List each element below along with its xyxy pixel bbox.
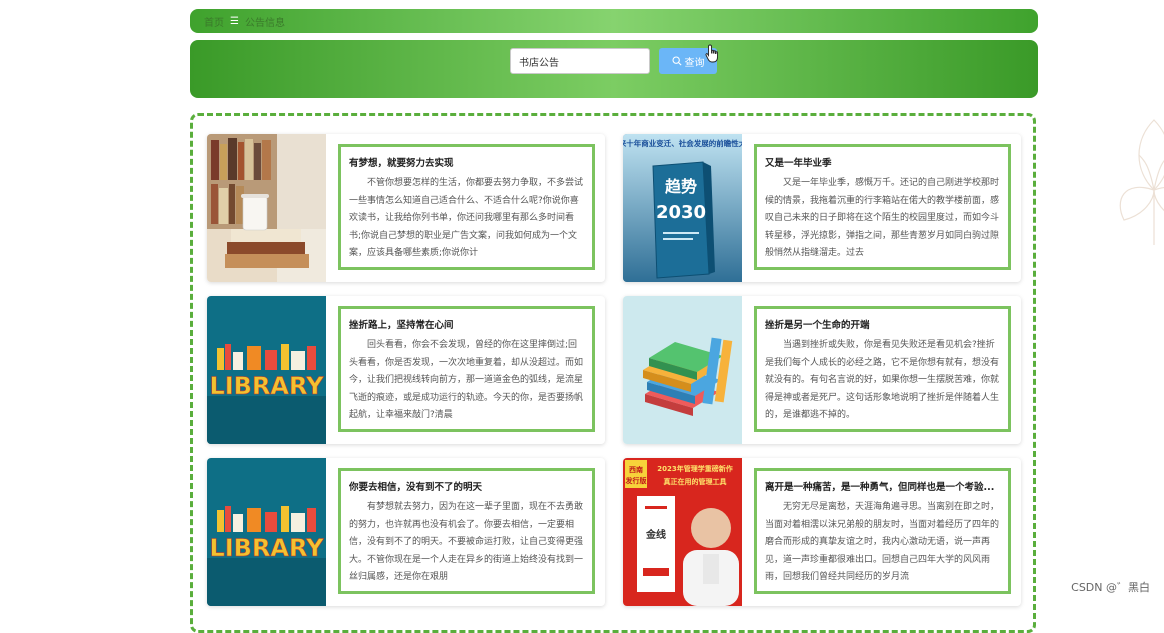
card-content: 有梦想，就要努力去实现 不管你想要怎样的生活，你都要去努力争取，不多尝试一些事情… [338,144,595,270]
breadcrumb: 首页 ☰ 公告信息 [190,9,1038,33]
search-panel: 查询 [190,40,1038,98]
library-word: LIBRARY [209,372,324,400]
card-title[interactable]: 又是一年毕业季 [765,155,1000,169]
breadcrumb-separator-icon: ☰ [230,15,239,27]
card-content: 离开是一种痛苦，是一种勇气，但同样也是一个考验... 无穷无尽是离愁，天涯海角遍… [754,468,1011,594]
watermark: CSDN @゛黑白 [1071,581,1150,594]
card-content: 挫折是另一个生命的开端 当遇到挫折或失败，你是看见失败还是看见机会?挫折是我们每… [754,306,1011,432]
library-thumbnail: LIBRARY [207,458,326,606]
card-content: 又是一年毕业季 又是一年毕业季，感慨万千。还记的自己刚进学校那时候的情景，我拖着… [754,144,1011,270]
card-title[interactable]: 挫折路上，坚持常在心间 [349,317,584,331]
announcement-list: 有梦想，就要努力去实现 不管你想要怎样的生活，你都要去努力争取，不多尝试一些事情… [190,113,1036,633]
card-content: 你要去相信，没有到不了的明天 有梦想就去努力，因为在这一辈子里面，现在不去勇敢的… [338,468,595,594]
cover-headline-2: 真正在用的管理工具 [664,477,727,486]
search-input[interactable] [510,48,650,74]
card-title[interactable]: 挫折是另一个生命的开端 [765,317,1000,331]
decorative-flower-icon [1119,119,1164,245]
card-text: 有梦想就去努力，因为在这一辈子里面，现在不去勇敢的努力，也许就再也没有机会了。你… [349,502,584,582]
card-title[interactable]: 有梦想，就要努力去实现 [349,155,584,169]
library-thumbnail: LIBRARY [207,296,326,444]
card-title[interactable]: 离开是一种痛苦，是一种勇气，但同样也是一个考验... [765,479,1000,493]
card-text: 又是一年毕业季，感慨万千。还记的自己刚进学校那时候的情景，我拖着沉重的行李箱站在… [765,178,1000,258]
cover-headline-1: 2023年管理学重磅新作 [657,464,732,473]
cover-book-title: 金线 [645,528,666,541]
hand-cursor-icon [705,44,718,63]
book-stack-thumbnail [623,296,742,444]
book-cover-thumbnail: 未来十年商业变迁、社会发展的前瞻性大作 趋势 2030 [623,134,742,282]
library-word: LIBRARY [209,534,324,562]
svg-text:未来十年商业变迁、社会发展的前瞻性大作: 未来十年商业变迁、社会发展的前瞻性大作 [623,138,742,148]
books-cup-thumbnail [207,134,326,282]
announcement-card[interactable]: 挫折是另一个生命的开端 当遇到挫折或失败，你是看见失败还是看见机会?挫折是我们每… [623,296,1021,444]
breadcrumb-home-link[interactable]: 首页 [204,14,224,29]
announcement-card[interactable]: LIBRARY 你要去相信，没有到不了的明天 有梦想就去努力，因为在这一辈子里面… [207,458,605,606]
announcement-card[interactable]: 未来十年商业变迁、社会发展的前瞻性大作 趋势 2030 又是一年毕业季 又是一年… [623,134,1021,282]
card-text: 当遇到挫折或失败，你是看见失败还是看见机会?挫折是我们每个人成长的必经之路，它不… [765,340,1000,420]
search-icon [671,56,682,66]
card-title[interactable]: 你要去相信，没有到不了的明天 [349,479,584,493]
card-text: 无穷无尽是离愁，天涯海角遍寻思。当离别在即之时，当面对着相濡以沫兄弟般的朋友时，… [765,502,1000,582]
announcement-card[interactable]: 有梦想，就要努力去实现 不管你想要怎样的生活，你都要去努力争取，不多尝试一些事情… [207,134,605,282]
card-text: 回头看看，你会不会发现，曾经的你在这里摔倒过;回头看看，你是否发现，一次次地重复… [349,340,584,420]
person-book-cover-thumbnail: 西南 发行版 2023年管理学重磅新作 真正在用的管理工具 金线 [623,458,742,606]
breadcrumb-current: 公告信息 [244,17,285,29]
card-text: 不管你想要怎样的生活，你都要去努力争取，不多尝试一些事情怎么知道自己适合什么、不… [349,178,584,258]
cover-year: 2030 [656,202,706,223]
card-content: 挫折路上，坚持常在心间 回头看看，你会不会发现，曾经的你在这里摔倒过;回头看看，… [338,306,595,432]
cover-badge-bottom: 发行版 [625,476,647,485]
cover-tagline: 未来十年商业变迁、社会发展的前瞻性大作 [623,138,742,148]
search-button-label: 查询 [684,57,705,69]
announcement-card[interactable]: LIBRARY 挫折路上，坚持常在心间 回头看看，你会不会发现，曾经的你在这里摔… [207,296,605,444]
cover-badge-top: 西南 [629,465,643,474]
announcement-card[interactable]: 西南 发行版 2023年管理学重磅新作 真正在用的管理工具 金线 离开是一种痛苦… [623,458,1021,606]
cover-title: 趋势 [665,177,697,196]
